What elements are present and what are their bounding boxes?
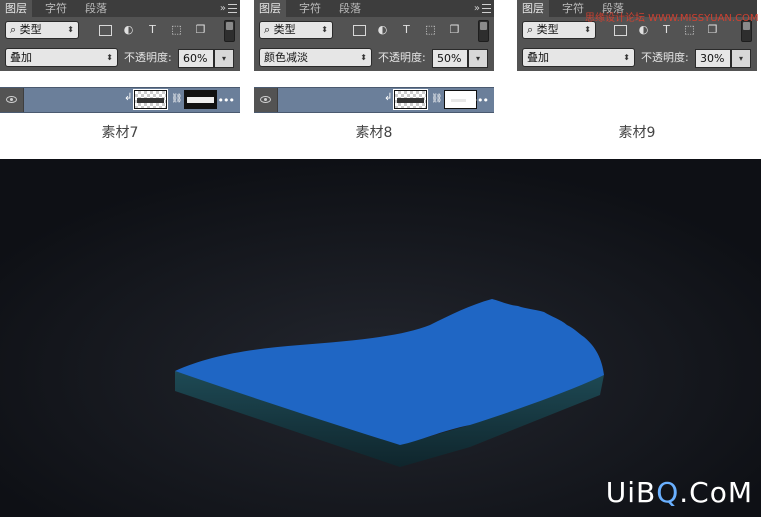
chevron-updown-icon: ⬍ <box>360 53 367 62</box>
opacity-dropdown-button[interactable]: ▾ <box>214 49 234 68</box>
tab-layers[interactable]: 图层 <box>254 0 286 17</box>
adjustment-filter-icon[interactable]: ◐ <box>637 23 650 36</box>
clipping-arrow-icon: ↲ <box>124 92 133 103</box>
smart-object-filter-icon[interactable]: ❐ <box>194 23 207 36</box>
tab-layers[interactable]: 图层 <box>517 0 549 17</box>
more-dots-icon: ••• <box>217 94 235 107</box>
visibility-eye-icon[interactable] <box>254 88 278 112</box>
panel-menu-icon[interactable]: » <box>474 0 491 17</box>
opacity-input[interactable]: 60% <box>178 49 214 68</box>
shape-filter-icon[interactable]: ⬚ <box>424 23 437 36</box>
filter-kind-label: 类型 <box>273 23 296 36</box>
pixel-filter-icon[interactable] <box>614 25 627 36</box>
adjustment-filter-icon[interactable]: ◐ <box>122 23 135 36</box>
layers-panel-2: 图层 字符 段落 » ⌕ 类型 ⬍ ◐ T ⬚ ❐ 颜色减淡 ⬍ 不透明度: 50%… <box>254 0 494 71</box>
more-dots-icon: ••• <box>471 94 489 107</box>
layer-row-1[interactable]: ↲ ⛓ ••• <box>0 87 240 113</box>
scene-illustration <box>0 159 761 517</box>
tab-character[interactable]: 字符 <box>40 0 72 17</box>
chevron-updown-icon: ⬍ <box>106 53 113 62</box>
blend-mode-value: 叠加 <box>10 51 32 64</box>
blend-mode-value: 叠加 <box>527 51 549 64</box>
visibility-eye-icon[interactable] <box>0 88 24 112</box>
link-chain-icon[interactable]: ⛓ <box>431 94 442 104</box>
panel-tabbar: 图层 字符 段落 » <box>254 0 494 17</box>
shape-filter-icon[interactable]: ⬚ <box>170 23 183 36</box>
blend-mode-select[interactable]: 叠加 ⬍ <box>5 48 118 67</box>
chevron-updown-icon: ⬍ <box>321 25 328 34</box>
opacity-input[interactable]: 30% <box>695 49 731 68</box>
filter-kind-label: 类型 <box>536 23 559 36</box>
type-filter-icon[interactable]: T <box>660 23 673 36</box>
tab-paragraph[interactable]: 段落 <box>80 0 112 17</box>
watermark-top: 思缘设计论坛 WWW.MISSYUAN.COM <box>585 13 759 24</box>
tab-paragraph[interactable]: 段落 <box>334 0 366 17</box>
filter-kind-select[interactable]: ⌕ 类型 ⬍ <box>5 21 79 39</box>
caption-3: 素材9 <box>618 125 656 141</box>
chevron-updown-icon: ⬍ <box>67 25 74 34</box>
adjustment-filter-icon[interactable]: ◐ <box>376 23 389 36</box>
panel-menu-icon[interactable]: » <box>220 0 237 17</box>
filter-kind-label: 类型 <box>19 23 42 36</box>
caption-1: 素材7 <box>101 125 139 141</box>
filter-toggle[interactable] <box>478 20 489 42</box>
opacity-dropdown-button[interactable]: ▾ <box>731 49 751 68</box>
pixel-filter-icon[interactable] <box>353 25 366 36</box>
opacity-dropdown-button[interactable]: ▾ <box>468 49 488 68</box>
shape-filter-icon[interactable]: ⬚ <box>683 23 696 36</box>
filter-kind-select[interactable]: ⌕ 类型 ⬍ <box>259 21 333 39</box>
layer-row-2[interactable]: ↲ ⛓ ••• <box>254 87 494 113</box>
canvas-scene: UiBQ.CoM <box>0 159 761 517</box>
type-filter-icon[interactable]: T <box>400 23 413 36</box>
filter-toggle[interactable] <box>224 20 235 42</box>
opacity-label: 不透明度: <box>378 51 426 64</box>
layer-thumbnail[interactable] <box>393 89 428 110</box>
brand-logo: UiBQ.CoM <box>605 476 753 509</box>
blend-mode-select[interactable]: 颜色减淡 ⬍ <box>259 48 372 67</box>
opacity-label: 不透明度: <box>124 51 172 64</box>
pixel-filter-icon[interactable] <box>99 25 112 36</box>
chevron-updown-icon: ⬍ <box>623 53 630 62</box>
opacity-label: 不透明度: <box>641 51 689 64</box>
chevron-updown-icon: ⬍ <box>584 25 591 34</box>
blend-mode-select[interactable]: 叠加 ⬍ <box>522 48 635 67</box>
tab-character[interactable]: 字符 <box>294 0 326 17</box>
clipping-arrow-icon: ↲ <box>384 92 393 103</box>
tab-layers[interactable]: 图层 <box>0 0 32 17</box>
blend-mode-value: 颜色减淡 <box>264 51 308 64</box>
layer-thumbnail[interactable] <box>133 89 168 110</box>
caption-2: 素材8 <box>355 125 393 141</box>
link-chain-icon[interactable]: ⛓ <box>171 94 182 104</box>
smart-object-filter-icon[interactable]: ❐ <box>448 23 461 36</box>
layer-mask-thumbnail[interactable] <box>184 90 217 109</box>
layers-panel-1: 图层 字符 段落 » ⌕ 类型 ⬍ ◐ T ⬚ ❐ 叠加 ⬍ 不透明度: 60% ▾ <box>0 0 240 71</box>
type-filter-icon[interactable]: T <box>146 23 159 36</box>
panel-tabbar: 图层 字符 段落 » <box>0 0 240 17</box>
opacity-input[interactable]: 50% <box>432 49 468 68</box>
smart-object-filter-icon[interactable]: ❐ <box>706 23 719 36</box>
